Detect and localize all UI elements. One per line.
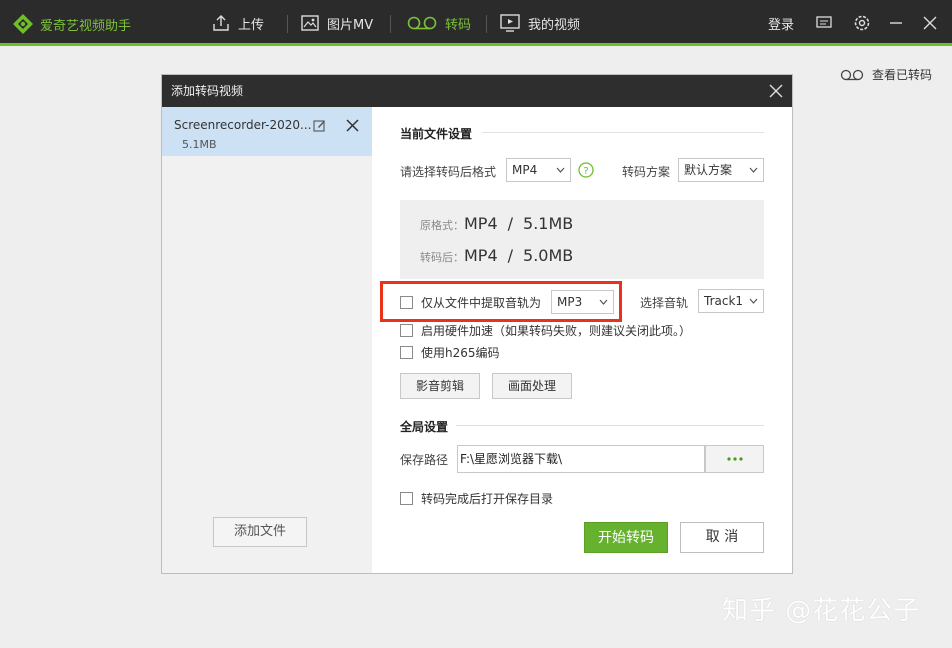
file-list-pane: Screenrecorder-2020... 5.1MB 添加文件: [162, 107, 372, 573]
nav-transcode[interactable]: 转码: [407, 0, 471, 46]
section-divider: [456, 425, 764, 426]
audio-track-select[interactable]: Track1: [698, 289, 764, 313]
open-after-checkbox[interactable]: [400, 492, 413, 505]
original-format-row: 原格式： MP4 / 5.1MB: [420, 214, 573, 233]
app-logo: 爱奇艺视频助手: [12, 12, 131, 36]
scheme-label: 转码方案: [622, 165, 671, 179]
chevron-down-icon: [556, 167, 565, 173]
separator: /: [507, 246, 514, 265]
settings-pane: 当前文件设置 请选择转码后格式 MP4 ? 转码方案 默认方案 原格式： MP4…: [372, 107, 792, 573]
svg-text:?: ?: [583, 166, 588, 177]
scheme-select-value: 默认方案: [684, 163, 733, 177]
cancel-button[interactable]: 取 消: [680, 522, 764, 553]
transcode-icon: [840, 69, 864, 80]
scheme-select[interactable]: 默认方案: [678, 158, 764, 182]
after-format: MP4: [464, 246, 498, 265]
open-after-option[interactable]: 转码完成后打开保存目录: [400, 490, 553, 507]
message-icon: [816, 16, 832, 28]
file-list-item[interactable]: Screenrecorder-2020... 5.1MB: [162, 107, 372, 156]
audio-format-select[interactable]: MP3: [551, 290, 614, 314]
nav-divider: [287, 15, 288, 33]
login-button[interactable]: 登录: [768, 0, 794, 46]
audio-format-value: MP3: [557, 295, 583, 309]
nav-picture-mv-label: 图片MV: [327, 17, 374, 33]
iqiyi-logo-icon: [13, 14, 33, 34]
hw-accel-option[interactable]: 启用硬件加速（如果转码失败，则建议关闭此项。）: [400, 322, 691, 339]
picture-process-button[interactable]: 画面处理: [492, 373, 572, 399]
nav-upload[interactable]: 上传: [212, 0, 264, 46]
nav-upload-label: 上传: [238, 17, 265, 33]
top-bar: 爱奇艺视频助手 上传 图片MV 转码 我的视频 登录: [0, 0, 952, 46]
close-window-button[interactable]: [923, 0, 937, 46]
edit-icon[interactable]: [313, 119, 326, 132]
nav-transcode-label: 转码: [445, 17, 472, 33]
app-title: 爱奇艺视频助手: [40, 18, 132, 34]
save-path-label: 保存路径: [400, 453, 449, 467]
hw-accel-checkbox[interactable]: [400, 324, 413, 337]
chevron-down-icon: [599, 299, 608, 305]
audio-track-label: 选择音轨: [640, 296, 689, 310]
minimize-icon: [890, 22, 902, 24]
add-transcode-dialog: 添加转码视频 Screenrecorder-2020... 5.1MB 添加文件…: [161, 74, 793, 574]
section-divider: [482, 132, 764, 133]
nav-divider: [390, 15, 391, 33]
remove-file-icon[interactable]: [346, 119, 359, 132]
nav-divider: [486, 15, 487, 33]
transcode-icon: [407, 16, 437, 30]
more-dots-icon: [726, 457, 743, 461]
login-label: 登录: [768, 17, 795, 33]
video-icon: [500, 14, 520, 32]
watermark: 知乎 @花花公子: [722, 596, 921, 626]
minimize-button[interactable]: [889, 0, 903, 46]
close-icon: [923, 16, 937, 30]
av-edit-button[interactable]: 影音剪辑: [400, 373, 480, 399]
file-size: 5.1MB: [182, 138, 217, 151]
nav-picture-mv[interactable]: 图片MV: [301, 0, 373, 46]
audio-track-value: Track1: [704, 294, 744, 308]
upload-icon: [212, 14, 230, 32]
h265-label: 使用h265编码: [421, 346, 500, 360]
nav-my-videos[interactable]: 我的视频: [500, 0, 580, 46]
extract-audio-checkbox[interactable]: [400, 296, 413, 309]
h265-option[interactable]: 使用h265编码: [400, 344, 500, 361]
format-select[interactable]: MP4: [506, 158, 571, 182]
hw-accel-label: 启用硬件加速（如果转码失败，则建议关闭此项。）: [421, 324, 692, 338]
view-transcoded-label: 查看已转码: [872, 68, 933, 82]
current-settings-heading: 当前文件设置: [400, 127, 473, 141]
browse-button[interactable]: [705, 445, 764, 473]
extract-audio-option[interactable]: 仅从文件中提取音轨为: [400, 294, 541, 311]
format-info-box: 原格式： MP4 / 5.1MB 转码后： MP4 / 5.0MB: [400, 200, 764, 279]
nav-my-videos-label: 我的视频: [528, 17, 581, 33]
dialog-close-icon[interactable]: [768, 83, 784, 99]
after-size: 5.0MB: [523, 246, 574, 265]
add-file-button[interactable]: 添加文件: [213, 517, 307, 547]
chevron-down-icon: [749, 298, 758, 304]
format-select-value: MP4: [512, 163, 538, 177]
image-icon: [301, 15, 319, 31]
file-name: Screenrecorder-2020...: [174, 118, 312, 132]
original-label: 原格式：: [420, 219, 464, 232]
dialog-title: 添加转码视频: [162, 75, 792, 107]
start-transcode-button[interactable]: 开始转码: [584, 522, 668, 553]
settings-button[interactable]: [853, 0, 871, 46]
format-label: 请选择转码后格式: [400, 165, 497, 179]
original-format: MP4: [464, 214, 498, 233]
chevron-down-icon: [749, 167, 758, 173]
view-transcoded-link[interactable]: 查看已转码: [840, 66, 932, 83]
original-size: 5.1MB: [523, 214, 574, 233]
help-icon[interactable]: ?: [578, 162, 594, 178]
separator: /: [507, 214, 514, 233]
global-settings-heading: 全局设置: [400, 420, 449, 434]
open-after-label: 转码完成后打开保存目录: [421, 492, 554, 506]
gear-icon: [854, 15, 870, 31]
save-path-input[interactable]: F:\星愿浏览器下载\: [457, 445, 705, 473]
h265-checkbox[interactable]: [400, 346, 413, 359]
extract-audio-label: 仅从文件中提取音轨为: [421, 296, 542, 310]
message-button[interactable]: [816, 0, 832, 46]
after-format-row: 转码后： MP4 / 5.0MB: [420, 246, 573, 265]
after-label: 转码后：: [420, 251, 464, 264]
